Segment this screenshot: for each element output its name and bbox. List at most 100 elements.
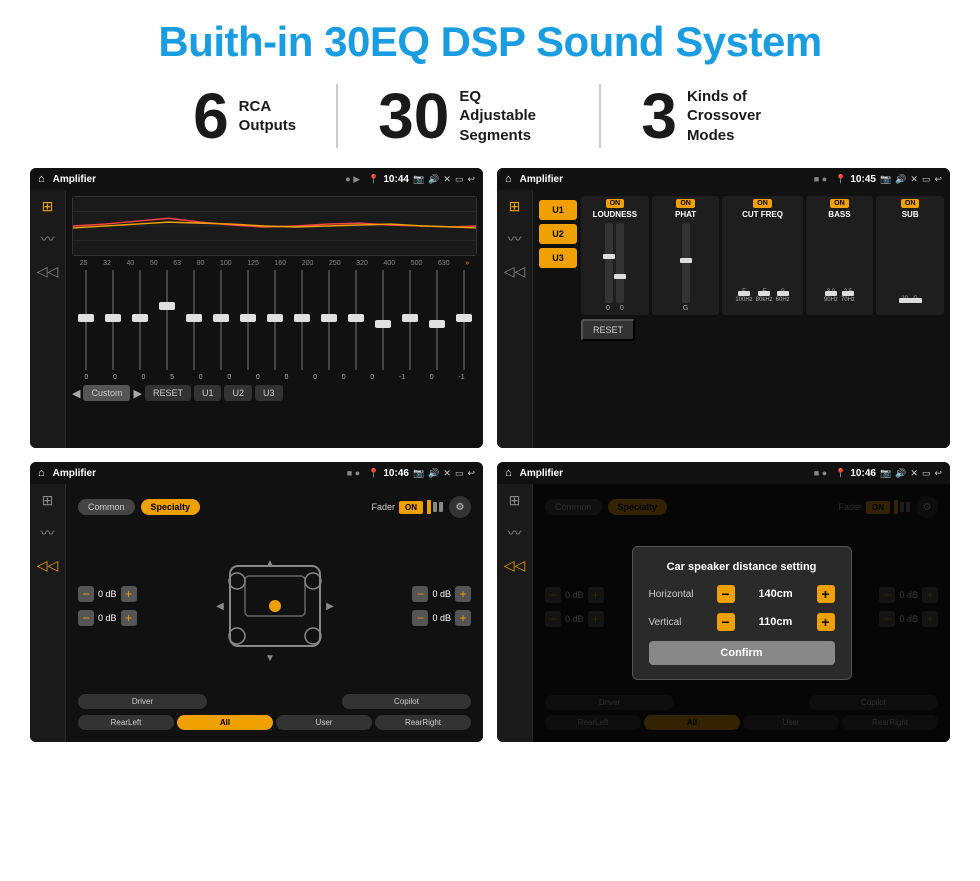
speaker-icon-s1[interactable]: ◁◁ (37, 263, 59, 280)
back-icon-s2[interactable]: ↩ (934, 174, 942, 185)
stat-number-eq: 30 (378, 84, 449, 148)
eq-u3-btn[interactable]: U3 (255, 385, 283, 401)
eq-icon-s4[interactable]: ⊞ (509, 492, 521, 509)
db-plus-br[interactable]: + (455, 610, 471, 626)
home-icon-s3[interactable]: ⌂ (38, 467, 45, 479)
home-icon-s1[interactable]: ⌂ (38, 173, 45, 185)
eq-icon-s2[interactable]: ⊞ (509, 198, 521, 215)
home-icon-s4[interactable]: ⌂ (505, 467, 512, 479)
preset-u1[interactable]: U1 (539, 200, 577, 220)
phat-on-badge[interactable]: ON (676, 199, 695, 208)
sub-control: ON SUB 20 G (876, 196, 944, 315)
user-btn-s3[interactable]: User (276, 715, 372, 730)
tab-specialty-s3[interactable]: Specialty (141, 499, 201, 515)
eq-slider-5[interactable] (193, 270, 195, 370)
horizontal-minus-btn[interactable]: − (717, 585, 735, 603)
eq-icon-s1[interactable]: ⊞ (42, 198, 54, 215)
vertical-plus-btn[interactable]: + (817, 613, 835, 631)
db-minus-bl[interactable]: − (78, 610, 94, 626)
phat-slider[interactable] (682, 223, 690, 303)
cutfreq-on-badge[interactable]: ON (753, 199, 772, 208)
eq-slider-13[interactable] (409, 270, 411, 370)
db-plus-tr[interactable]: + (455, 586, 471, 602)
speaker-icon-s2[interactable]: ◁◁ (504, 263, 526, 280)
eq-slider-8[interactable] (274, 270, 276, 370)
eq-slider-11[interactable] (355, 270, 357, 370)
eq-slider-15[interactable] (463, 270, 465, 370)
speaker-icon-s3[interactable]: ◁◁ (37, 557, 59, 574)
eq-slider-3[interactable] (139, 270, 141, 370)
back-icon-s1[interactable]: ↩ (467, 174, 475, 185)
dot-icons-s1: ● ▶ (345, 174, 360, 185)
loudness-on-badge[interactable]: ON (606, 199, 625, 208)
back-icon-s4[interactable]: ↩ (934, 468, 942, 479)
right-db-controls: − 0 dB + − 0 dB + (412, 524, 471, 688)
eq-next-btn[interactable]: ▶ (133, 387, 141, 400)
eq-slider-1[interactable] (85, 270, 87, 370)
window-icon-s3: ▭ (455, 468, 464, 479)
time-s1: 10:44 (383, 174, 409, 185)
tab-common-s3[interactable]: Common (78, 499, 135, 515)
db-plus-tl[interactable]: + (121, 586, 137, 602)
eq-icon-s3[interactable]: ⊞ (42, 492, 54, 509)
time-s2: 10:45 (850, 174, 876, 185)
rearright-btn-s3[interactable]: RearRight (375, 715, 471, 730)
fader-main-area: − 0 dB + − 0 dB + (78, 524, 471, 688)
sub-on-badge[interactable]: ON (901, 199, 920, 208)
stat-label-rca: RCAOutputs (239, 97, 297, 136)
preset-u2[interactable]: U2 (539, 224, 577, 244)
wave-icon-s3[interactable]: 〰 (41, 523, 55, 543)
close-icon-s4: ✕ (910, 468, 918, 479)
eq-u2-btn[interactable]: U2 (224, 385, 252, 401)
eq-slider-7[interactable] (247, 270, 249, 370)
copilot-btn-s3[interactable]: Copilot (342, 694, 471, 709)
all-btn-s3[interactable]: All (177, 715, 273, 730)
wave-icon-s2[interactable]: 〰 (508, 229, 522, 249)
db-minus-tr[interactable]: − (412, 586, 428, 602)
eq-slider-10[interactable] (328, 270, 330, 370)
phat-slider-area (682, 223, 690, 303)
back-icon-s3[interactable]: ↩ (467, 468, 475, 479)
eq-slider-2[interactable] (112, 270, 114, 370)
fader-on-btn-s3[interactable]: ON (399, 501, 423, 514)
wave-icon-s1[interactable]: 〰 (41, 229, 55, 249)
speaker-icon-s4[interactable]: ◁◁ (504, 557, 526, 574)
dot-icons-s2: ■ ● (814, 174, 827, 184)
eq-slider-14[interactable] (436, 270, 438, 370)
db-minus-br[interactable]: − (412, 610, 428, 626)
db-plus-bl[interactable]: + (121, 610, 137, 626)
vertical-minus-btn[interactable]: − (717, 613, 735, 631)
location-icon-s1: 📍 (368, 174, 379, 185)
db-control-bl: − 0 dB + (78, 610, 137, 626)
wave-icon-s4[interactable]: 〰 (508, 523, 522, 543)
phat-label: PHAT (675, 210, 696, 219)
screen2-sidebar: ⊞ 〰 ◁◁ (497, 190, 533, 448)
db-minus-tl[interactable]: − (78, 586, 94, 602)
eq-u1-btn[interactable]: U1 (194, 385, 222, 401)
loudness-slider-2[interactable] (616, 223, 624, 303)
eq-slider-6[interactable] (220, 270, 222, 370)
volume-icon-s1: 🔊 (428, 174, 439, 185)
rearleft-btn-s3[interactable]: RearLeft (78, 715, 174, 730)
settings-btn-s3[interactable]: ⚙ (449, 496, 471, 518)
eq-slider-12[interactable] (382, 270, 384, 370)
location-icon-s2: 📍 (835, 174, 846, 185)
eq-slider-4[interactable] (166, 270, 168, 370)
phat-values: G (683, 305, 688, 312)
db-value-tr: 0 dB (432, 589, 451, 599)
home-icon-s2[interactable]: ⌂ (505, 173, 512, 185)
crossover-reset-btn[interactable]: RESET (581, 319, 635, 341)
driver-btn-s3[interactable]: Driver (78, 694, 207, 709)
screen4-status-bar: ⌂ Amplifier ■ ● 📍 10:46 📷 🔊 ✕ ▭ ↩ (497, 462, 950, 484)
eq-slider-9[interactable] (301, 270, 303, 370)
eq-reset-btn[interactable]: RESET (145, 385, 191, 401)
bass-on-badge[interactable]: ON (830, 199, 849, 208)
preset-u3[interactable]: U3 (539, 248, 577, 268)
close-icon-s1: ✕ (443, 174, 451, 185)
loudness-slider-1[interactable] (605, 223, 613, 303)
horizontal-plus-btn[interactable]: + (817, 585, 835, 603)
eq-prev-btn[interactable]: ◀ (72, 387, 80, 400)
eq-custom-btn[interactable]: Custom (83, 385, 130, 401)
horizontal-control: − 140cm + (717, 585, 835, 603)
confirm-button[interactable]: Confirm (649, 641, 835, 665)
